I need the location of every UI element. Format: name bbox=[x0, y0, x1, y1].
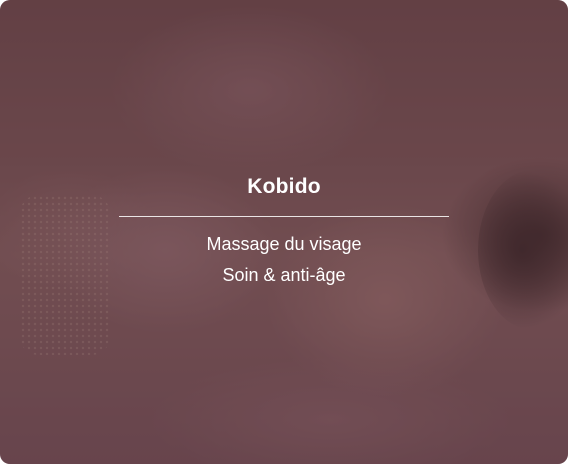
card-title: Kobido bbox=[247, 175, 321, 198]
card-content: Kobido Massage du visage Soin & anti-âge bbox=[0, 0, 568, 464]
card-description-line-2: Soin & anti-âge bbox=[222, 265, 346, 285]
title-divider bbox=[119, 216, 449, 217]
service-card[interactable]: Kobido Massage du visage Soin & anti-âge bbox=[0, 0, 568, 464]
card-description-line-1: Massage du visage bbox=[206, 234, 362, 254]
